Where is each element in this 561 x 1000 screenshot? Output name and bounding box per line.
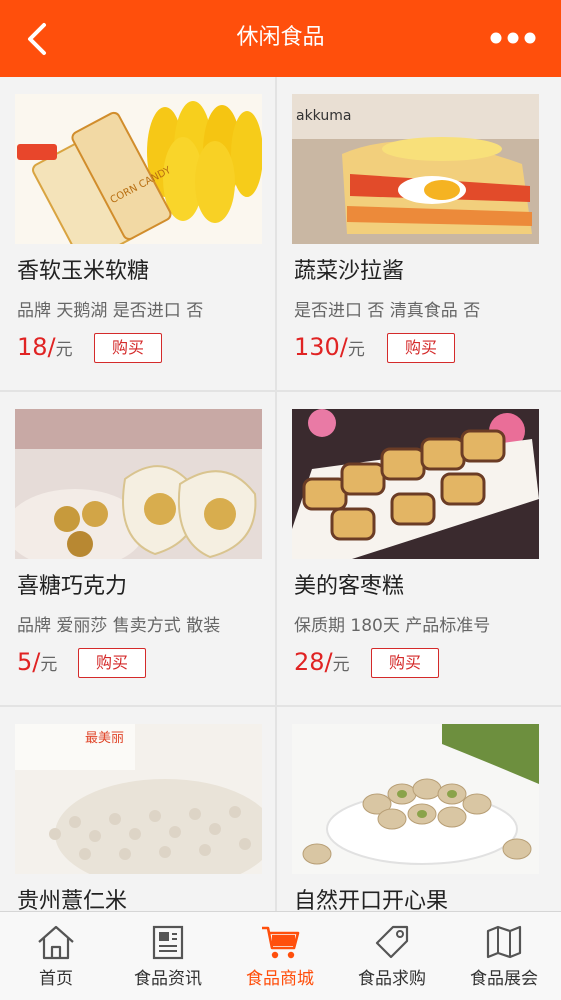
tab-label: 首页 [39,969,73,989]
product-image-job-tears[interactable]: 最美丽 [15,724,262,874]
product-spec: 保质期 180天 产品标准号 [294,616,491,636]
page-title: 休闲食品 [236,25,325,50]
tab-food-wanted[interactable]: 食品求购 [336,912,448,1000]
shop-sign: akkuma [296,108,351,124]
product-price: 5/元 [17,647,57,680]
product-grid: CORN CANDY 香软玉米软糖 品牌 天鹅湖 是否进口 否 18/元 购买 … [0,77,561,911]
banner-text: 最美丽 [85,731,124,746]
product-card[interactable]: 自然开口开心果 [277,707,561,911]
product-image-pistachio[interactable] [292,724,539,874]
product-price: 18/元 [17,332,73,365]
product-card[interactable]: 最美丽 贵州薏仁米 [0,707,275,911]
product-image-salad-sauce[interactable]: akkuma [292,94,539,244]
tab-label: 食品资讯 [134,969,202,989]
product-price: 130/元 [294,332,365,365]
price-unit: 元 [55,340,73,360]
buy-button[interactable]: 购买 [78,648,146,678]
buy-button[interactable]: 购买 [371,648,439,678]
tab-food-expo[interactable]: 食品展会 [448,912,560,1000]
news-icon [152,925,184,960]
buy-button[interactable]: 购买 [94,333,162,363]
product-name: 自然开口开心果 [294,889,449,911]
tab-label: 食品展会 [470,969,538,989]
buy-button[interactable]: 购买 [387,333,455,363]
cart-icon [262,926,300,959]
product-spec: 品牌 爱丽莎 售卖方式 散装 [17,616,221,636]
home-icon [38,925,74,960]
product-name: 贵州薏仁米 [17,889,128,911]
price-unit: 元 [332,655,350,675]
product-image-chocolate[interactable] [15,409,262,559]
product-spec: 是否进口 否 清真食品 否 [294,301,481,321]
tab-home[interactable]: 首页 [0,912,112,1000]
product-card[interactable]: akkuma 蔬菜沙拉酱 是否进口 否 清真食品 否 130/元 购买 [277,77,561,390]
tag-icon [375,925,409,959]
product-name: 蔬菜沙拉酱 [294,259,405,284]
bottom-tab-bar: 首页 食品资讯 食品商城 食品求购 食品展会 [0,911,561,1000]
product-name: 香软玉米软糖 [17,259,150,284]
tab-food-mall[interactable]: 食品商城 [224,912,336,1000]
price-unit: 元 [40,655,58,675]
tab-label: 食品求购 [358,969,426,989]
product-spec: 品牌 天鹅湖 是否进口 否 [17,301,204,321]
price-value: 130/ [294,333,348,361]
tab-label: 食品商城 [246,969,314,989]
map-icon [486,925,522,959]
product-name: 喜糖巧克力 [17,574,128,599]
product-image-corn-candy[interactable]: CORN CANDY [15,94,262,244]
more-dots-icon[interactable] [489,31,537,45]
app-header: 休闲食品 [0,0,561,77]
price-unit: 元 [347,340,365,360]
product-price: 28/元 [294,647,350,680]
product-card[interactable]: 美的客枣糕 保质期 180天 产品标准号 28/元 购买 [277,392,561,705]
price-value: 5/ [17,648,41,676]
product-card[interactable]: 喜糖巧克力 品牌 爱丽莎 售卖方式 散装 5/元 购买 [0,392,275,705]
product-name: 美的客枣糕 [294,574,405,599]
product-image-date-cake[interactable] [292,409,539,559]
tab-food-news[interactable]: 食品资讯 [112,912,224,1000]
product-card[interactable]: CORN CANDY 香软玉米软糖 品牌 天鹅湖 是否进口 否 18/元 购买 [0,77,275,390]
price-value: 18/ [17,333,56,361]
price-value: 28/ [294,648,333,676]
